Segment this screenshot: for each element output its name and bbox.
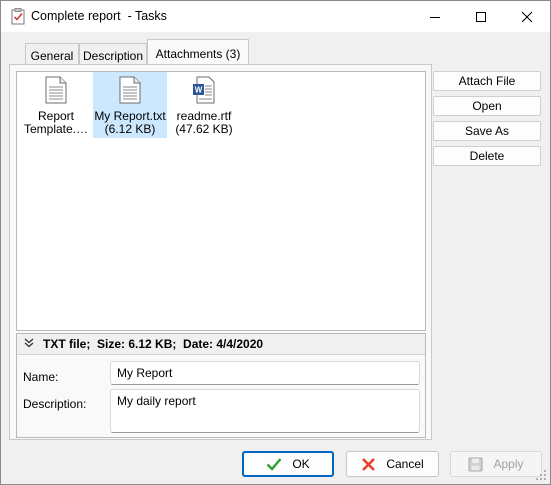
floppy-disk-icon: [468, 457, 483, 471]
double-chevron-down-icon[interactable]: [24, 338, 34, 348]
maximize-icon: [476, 11, 486, 22]
delete-button[interactable]: Delete: [433, 146, 541, 166]
title-bar[interactable]: Complete report - Tasks: [1, 1, 550, 32]
cancel-label: Cancel: [386, 457, 424, 471]
tab-description-label: Description: [82, 48, 144, 63]
name-label: Name:: [23, 370, 59, 384]
description-label: Description:: [23, 397, 87, 411]
close-icon: [521, 11, 533, 22]
text-document-icon: [45, 76, 67, 104]
task-dialog-window: Complete report - Tasks General Descript…: [0, 0, 551, 485]
attach-file-button[interactable]: Attach File: [433, 71, 541, 91]
word-document-icon: W: [193, 76, 215, 104]
clipboard-check-icon: [11, 8, 25, 25]
text-document-icon: [119, 76, 141, 104]
resize-grip-icon[interactable]: [535, 469, 547, 481]
svg-text:W: W: [195, 86, 203, 95]
ok-label: OK: [292, 457, 310, 471]
tab-attachments[interactable]: Attachments (3): [147, 39, 249, 67]
file-name-cont: Template.…: [23, 122, 89, 136]
minimize-button[interactable]: [412, 1, 458, 32]
ok-button[interactable]: OK: [242, 451, 334, 477]
description-field[interactable]: My daily report: [110, 389, 420, 433]
open-button[interactable]: Open: [433, 96, 541, 116]
minimize-icon: [430, 16, 440, 18]
save-as-button[interactable]: Save As: [433, 121, 541, 141]
tab-general-label: General: [30, 48, 74, 63]
apply-button[interactable]: Apply: [450, 451, 542, 477]
apply-label: Apply: [493, 457, 524, 471]
attachment-details-panel: TXT file; Size: 6.12 KB; Date: 4/4/2020 …: [16, 333, 426, 438]
cancel-button[interactable]: Cancel: [346, 451, 439, 477]
file-size: (47.62 KB): [175, 122, 233, 136]
close-button[interactable]: [504, 1, 550, 32]
file-item-my-report[interactable]: My Report.txt (6.12 KB): [93, 72, 167, 138]
file-item-readme[interactable]: W readme.rtf (47.62 KB): [167, 72, 241, 138]
red-x-icon: [362, 457, 376, 471]
tab-attachments-label: Attachments (3): [155, 46, 241, 61]
file-size: (6.12 KB): [104, 122, 156, 136]
attachment-list[interactable]: Report Template.… My Report.txt (6.12 KB…: [16, 71, 426, 331]
file-info-text: TXT file; Size: 6.12 KB; Date: 4/4/2020: [43, 337, 264, 351]
maximize-button[interactable]: [458, 1, 504, 32]
name-field[interactable]: My Report: [110, 361, 420, 385]
check-icon: [266, 458, 282, 471]
window-title: Complete report - Tasks: [31, 9, 167, 23]
file-item-report-template[interactable]: Report Template.…: [19, 72, 93, 138]
details-header[interactable]: TXT file; Size: 6.12 KB; Date: 4/4/2020: [17, 334, 425, 355]
